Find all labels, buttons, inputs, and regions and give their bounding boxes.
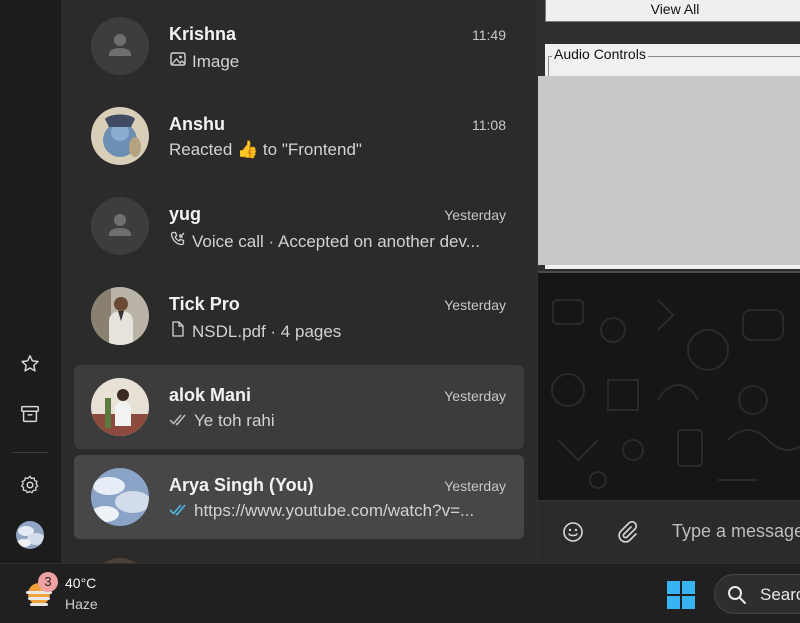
contact-avatar (91, 468, 149, 526)
double-check-gray-icon (169, 411, 189, 431)
default-avatar-icon (91, 197, 149, 255)
windows-taskbar: 3 40°C Haze Search (0, 563, 800, 623)
placeholder-block (538, 76, 800, 265)
contact-avatar (91, 378, 149, 436)
weather-badge: 3 (38, 572, 58, 592)
chat-item-arya-singh[interactable]: Arya Singh (You) Yesterday https://www.y… (74, 455, 524, 539)
chat-name: Arya Singh (You) (169, 475, 314, 495)
windows-start-icon[interactable] (666, 580, 696, 610)
starred-messages-icon[interactable] (15, 349, 45, 379)
chat-preview: Voice call · Accepted on another dev... (169, 230, 499, 253)
search-label: Search (760, 585, 800, 604)
weather-description[interactable]: Haze (65, 596, 98, 612)
chat-preview: Reacted 👍 to "Frontend" (169, 140, 362, 159)
whatsapp-window: Krishna 11:49 Image Anshu 11:08 Reacted … (0, 0, 800, 563)
chat-time: 11:49 (472, 27, 506, 43)
chat-time: Yesterday (444, 297, 506, 313)
double-check-blue-icon (169, 501, 189, 521)
chat-item-tick-pro[interactable]: Tick Pro Yesterday NSDL.pdf · 4 pages (74, 274, 524, 358)
view-all-button[interactable]: View All (545, 0, 800, 22)
chat-item-yug[interactable]: yug Yesterday Voice call · Accepted on a… (74, 184, 524, 268)
contact-avatar (91, 107, 149, 165)
conversation-pane: View All Audio Controls Type a message (537, 0, 800, 563)
chat-time: Yesterday (444, 388, 506, 404)
default-avatar-icon (91, 17, 149, 75)
chat-preview: Image (169, 50, 499, 73)
chat-name: Anshu (169, 114, 225, 134)
chat-name: alok Mani (169, 385, 252, 405)
call-incoming-icon (169, 230, 187, 253)
audio-controls-legend: Audio Controls (552, 46, 648, 62)
emoji-icon[interactable] (560, 519, 586, 545)
taskbar-search[interactable]: Search (714, 574, 800, 614)
document-icon (169, 320, 187, 343)
message-composer: Type a message (538, 500, 800, 563)
chat-time: Yesterday (444, 478, 506, 494)
message-input[interactable]: Type a message (672, 521, 800, 542)
image-icon (169, 50, 187, 73)
chat-item-anshu[interactable]: Anshu 11:08 Reacted 👍 to "Frontend" (74, 94, 524, 178)
attach-paperclip-icon[interactable] (614, 519, 640, 545)
chat-name: Tick Pro (169, 294, 240, 314)
archived-chats-icon[interactable] (15, 399, 45, 429)
chat-name: Krishna (169, 24, 237, 44)
chat-item-krishna[interactable]: Krishna 11:49 Image (74, 4, 524, 88)
rail-divider (12, 452, 48, 453)
chat-item-partial[interactable] (74, 545, 524, 563)
chat-preview: NSDL.pdf · 4 pages (169, 320, 499, 343)
profile-avatar[interactable] (16, 521, 44, 549)
contact-avatar (91, 287, 149, 345)
chat-time: 11:08 (472, 117, 506, 133)
search-icon (727, 585, 747, 610)
chat-time: Yesterday (444, 207, 506, 223)
chat-list: Krishna 11:49 Image Anshu 11:08 Reacted … (61, 0, 537, 563)
weather-temperature[interactable]: 40°C (65, 575, 96, 591)
chat-preview: Ye toh rahi (169, 411, 499, 431)
left-rail (0, 0, 61, 563)
chat-item-alok-mani[interactable]: alok Mani Yesterday Ye toh rahi (74, 365, 524, 449)
chat-preview: https://www.youtube.com/watch?v=... (169, 501, 499, 521)
chat-name: yug (169, 204, 202, 224)
settings-gear-icon[interactable] (15, 470, 45, 500)
